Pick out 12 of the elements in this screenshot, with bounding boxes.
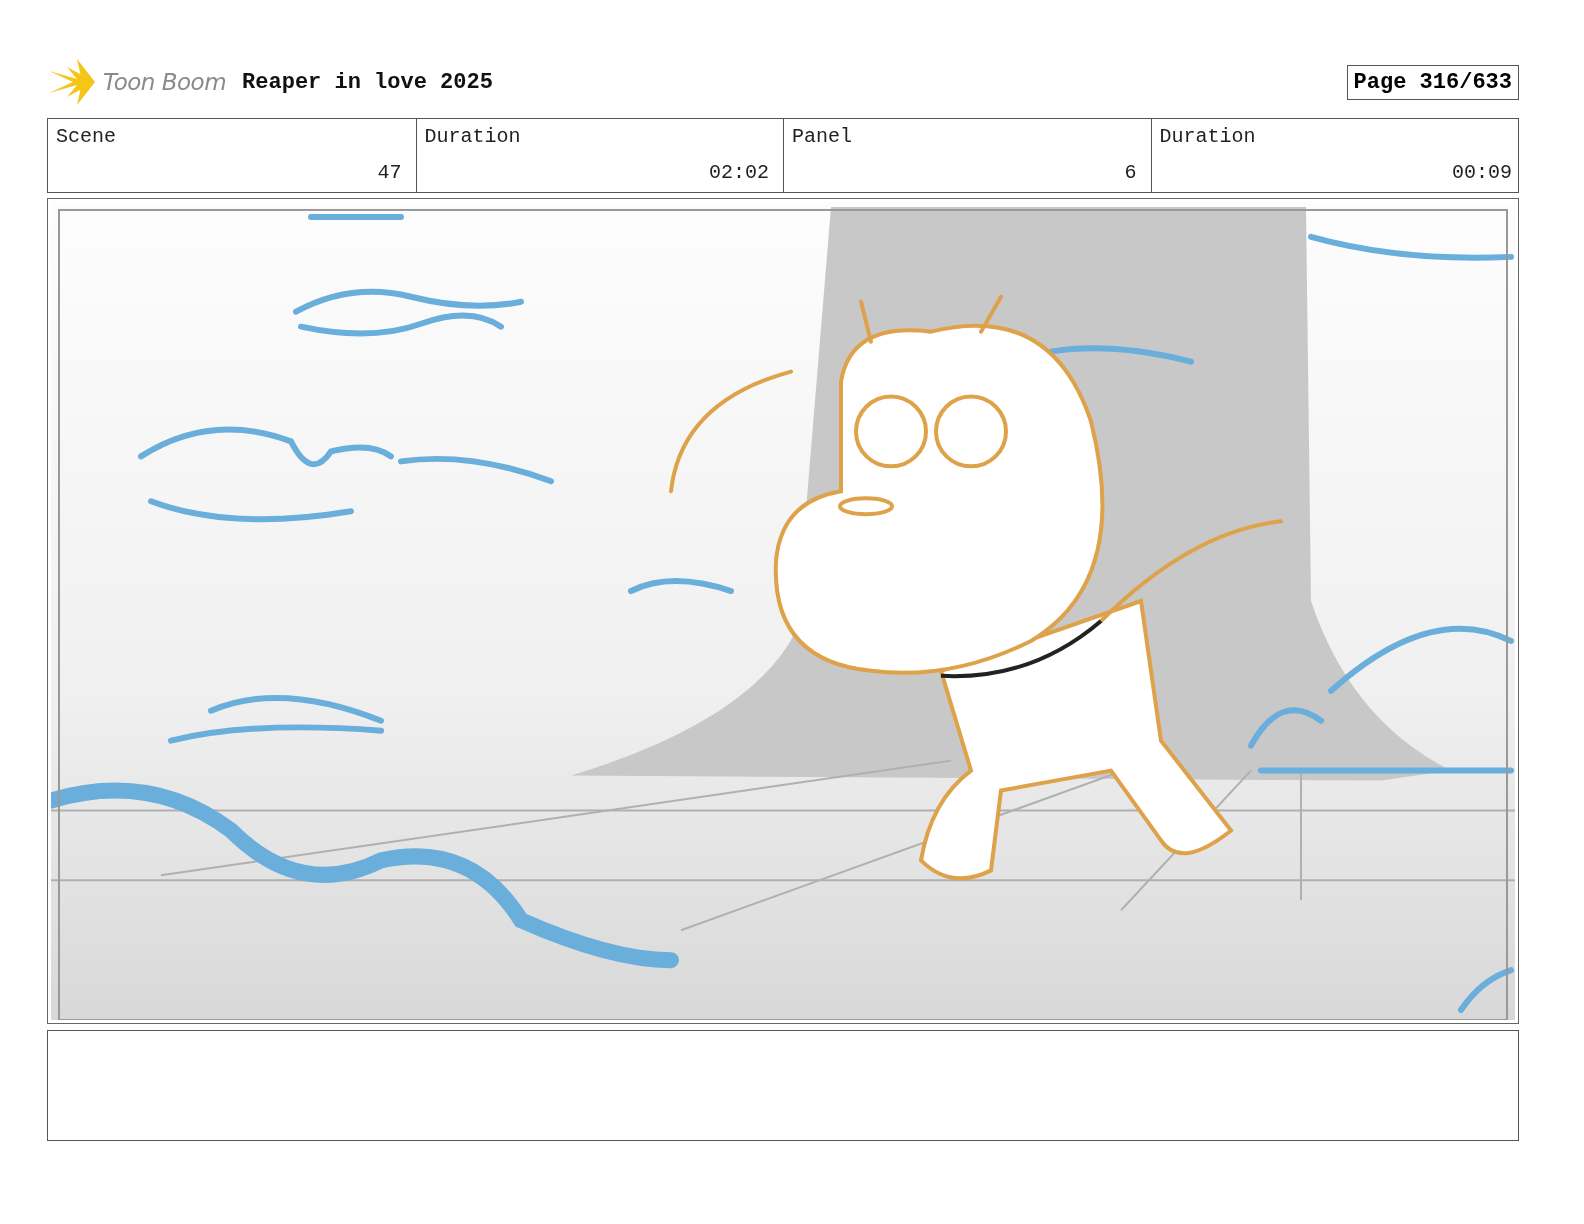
cell-value: 6 (1123, 161, 1137, 184)
cell-value: 00:09 (1451, 161, 1512, 184)
project-title: Reaper in love 2025 (242, 69, 493, 95)
starburst-logo-icon (47, 57, 97, 107)
cell-label: Duration (424, 125, 522, 148)
page-number: Page 316/633 (1346, 64, 1519, 100)
cell-value: 47 (376, 161, 402, 184)
cell-value: 02:02 (708, 161, 769, 184)
cell-label: Duration (1159, 125, 1257, 148)
cell-label: Panel (792, 125, 853, 148)
logo-wordmark: Toon Boom (103, 69, 227, 95)
cell-label: Scene (56, 125, 117, 148)
